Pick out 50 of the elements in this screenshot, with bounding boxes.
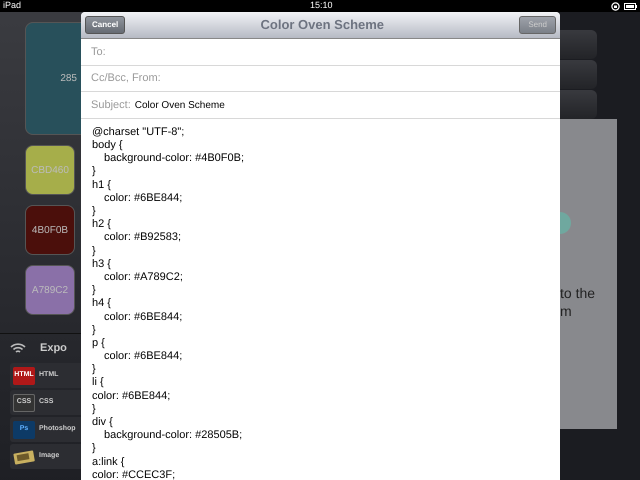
code-line: color: #A789C2; [103,270,184,284]
battery-icon [624,2,637,10]
code-line: } [92,205,97,218]
code-line: body { [92,139,124,152]
code-line: background-color: #28505B; [103,429,244,442]
code-line: } [92,165,97,179]
code-line: div { [92,416,114,430]
preview-text: m [560,302,573,320]
code-line: color: #6BE844; [103,310,184,324]
mail-field[interactable]: Cc/Bcc, From: [81,66,560,92]
code-line: } [92,324,97,337]
clock: 15:10 [310,0,333,12]
code-line: } [92,284,97,298]
tab-bar [560,90,597,119]
color-code: A789C2 [32,284,68,298]
code-line: color: #CCEC3F; [92,468,176,480]
wifi-icon [10,342,26,355]
code-line: h1 { [92,178,112,192]
field-value: Color Oven Scheme [134,98,225,113]
tab-bar [560,60,597,89]
code-line: } [92,244,97,258]
code-line: background-color: #4B0F0B; [103,152,246,166]
preview-text: to the [560,284,596,302]
color-swatch[interactable]: 4B0F0B [25,205,75,255]
code-line: } [92,402,97,416]
code-line: h4 { [92,297,112,311]
code-line: h3 { [92,258,112,271]
device-name: iPad [3,0,22,12]
code-line: h2 { [92,218,112,232]
code-line: @charset "UTF-8"; [92,126,186,140]
mail-field[interactable]: To: [81,39,560,66]
color-code: CBD460 [31,164,69,178]
code-line: p { [92,336,106,350]
code-line: color: #B92583; [103,231,182,245]
export-title: Expo [40,341,67,356]
code-line: } [92,442,97,456]
color-code: 285 [60,72,77,86]
code-line: } [92,363,97,376]
code-line: color: #6BE844; [92,390,172,403]
code-line: li { [92,376,105,390]
tab-bar [560,30,597,59]
photo-icon [13,448,35,464]
code-line: color: #6BE844; [103,350,184,364]
mail-title: Color Oven Scheme [260,16,384,34]
cancel-button[interactable]: Cancel [85,16,126,34]
code-line: a:link { [92,456,126,469]
mail-field[interactable]: Subject: Color Oven Scheme [81,92,560,119]
code-line: color: #6BE844; [103,192,184,206]
color-code: 4B0F0B [32,224,68,238]
rotation-lock-icon [611,2,620,10]
